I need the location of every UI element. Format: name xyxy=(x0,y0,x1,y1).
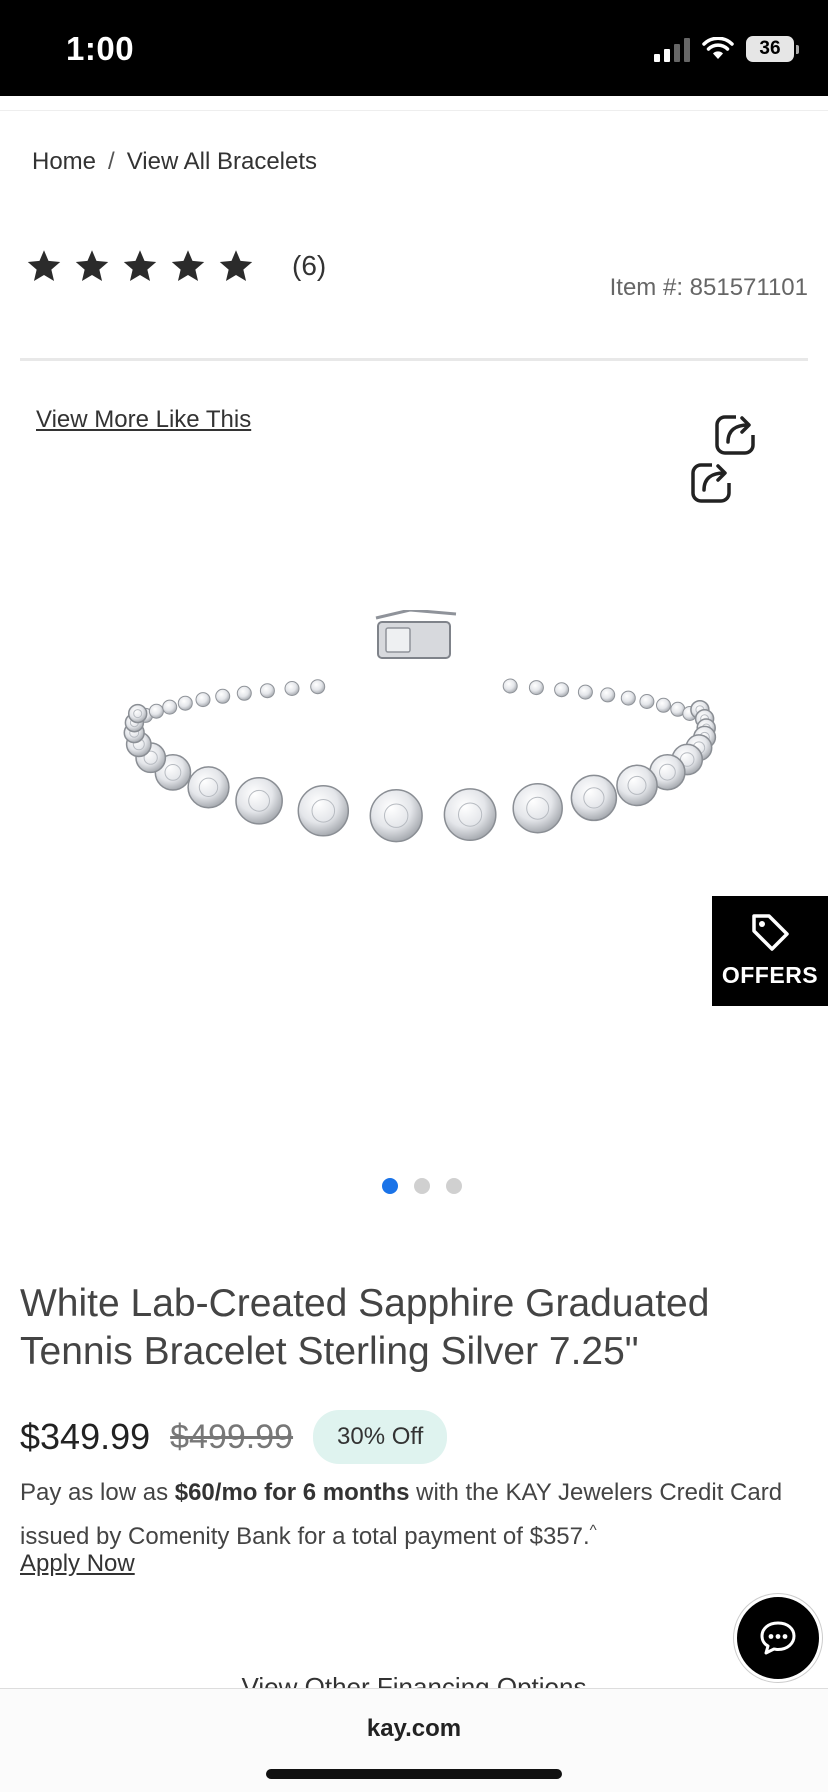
chat-button[interactable] xyxy=(734,1594,822,1682)
discount-badge: 30% Off xyxy=(313,1410,448,1464)
carousel-dot[interactable] xyxy=(414,1178,430,1194)
wifi-icon xyxy=(702,37,734,59)
star-icon xyxy=(219,250,253,281)
financing-footnote: ^ xyxy=(589,1522,597,1539)
tag-icon xyxy=(752,914,789,951)
share-icon[interactable] xyxy=(714,410,760,456)
breadcrumb-home[interactable]: Home xyxy=(32,148,96,176)
browser-address-bar[interactable]: kay.com xyxy=(0,1688,828,1792)
breadcrumb-current[interactable]: View All Bracelets xyxy=(127,148,317,176)
offers-button[interactable]: OFFERS xyxy=(712,896,828,1006)
price-row: $349.99 $499.99 30% Off xyxy=(20,1410,448,1464)
share-icon[interactable] xyxy=(690,458,736,504)
home-indicator[interactable] xyxy=(266,1769,562,1779)
financing-prefix: Pay as low as xyxy=(20,1479,175,1506)
other-financing-label: View Other Financing Options xyxy=(241,1672,587,1688)
current-price: $349.99 xyxy=(20,1416,151,1457)
offers-label: OFFERS xyxy=(721,962,819,988)
breadcrumb: Home / View All Bracelets xyxy=(32,148,317,176)
other-financing-options[interactable]: View Other Financing Options xyxy=(0,1672,828,1688)
battery-icon: 36 xyxy=(746,36,799,62)
original-price: $499.99 xyxy=(170,1417,294,1456)
star-icon xyxy=(75,250,109,281)
status-icons: 36 xyxy=(654,34,799,64)
star-icon xyxy=(171,250,205,281)
tennis-bracelet-image xyxy=(123,608,717,843)
apply-now-link[interactable]: Apply Now xyxy=(20,1550,135,1578)
carousel-dot[interactable] xyxy=(446,1178,462,1194)
status-bar: 1:00 36 xyxy=(0,0,828,96)
financing-amount: $60/mo for 6 months xyxy=(174,1479,410,1506)
product-image[interactable] xyxy=(110,608,730,890)
header-divider xyxy=(0,110,828,111)
rating-stars xyxy=(26,248,254,284)
financing-text: Pay as low as $60/mo for 6 months with t… xyxy=(20,1474,820,1556)
star-icon xyxy=(123,250,157,281)
view-more-like-this-link[interactable]: View More Like This xyxy=(36,406,251,434)
chat-icon xyxy=(760,1621,796,1655)
product-rating[interactable]: (6) xyxy=(26,248,326,284)
url-text[interactable]: kay.com xyxy=(0,1715,828,1743)
carousel-dot[interactable] xyxy=(382,1178,398,1194)
review-count[interactable]: (6) xyxy=(292,250,326,282)
carousel-dots xyxy=(382,1178,462,1194)
status-time: 1:00 xyxy=(66,30,135,67)
item-number: Item #: 851571101 xyxy=(609,274,808,301)
product-title: White Lab-Created Sapphire Graduated Ten… xyxy=(20,1282,710,1373)
breadcrumb-separator: / xyxy=(108,148,115,175)
star-icon xyxy=(27,250,61,281)
cellular-signal-icon xyxy=(654,36,690,62)
section-divider xyxy=(20,358,808,361)
